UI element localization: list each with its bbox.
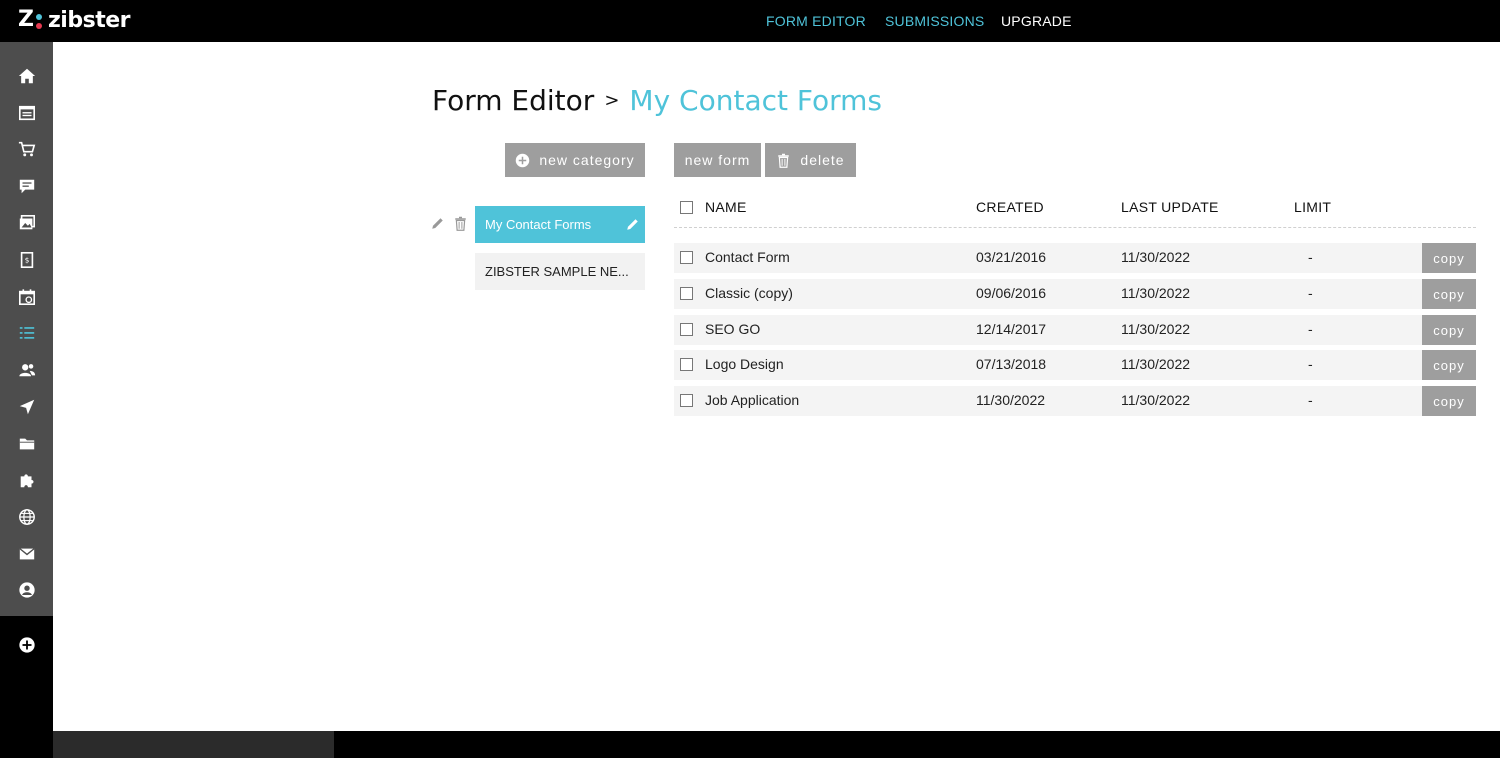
column-header-name[interactable]: NAME [705,199,747,215]
form-name[interactable]: SEO GO [705,321,760,337]
table-row[interactable]: Logo Design 07/13/2018 11/30/2022 - copy [674,350,1476,380]
category-tools [430,216,468,231]
sidebar-menu: $ [0,42,53,616]
logo-mark-icon: Z [18,7,44,32]
form-last-update: 11/30/2022 [1121,321,1191,337]
invoice-icon[interactable]: $ [0,242,53,278]
form-last-update: 11/30/2022 [1121,285,1191,301]
breadcrumb-current: My Contact Forms [629,84,882,117]
forms-list-icon[interactable] [0,315,53,351]
copy-button[interactable]: copy [1422,315,1476,345]
copy-button[interactable]: copy [1422,350,1476,380]
row-checkbox[interactable] [680,394,693,407]
trash-icon [778,153,790,168]
form-name[interactable]: Classic (copy) [705,285,793,301]
send-icon[interactable] [0,389,53,425]
nav-form-editor[interactable]: FORM EDITOR [766,13,866,29]
calendar-icon[interactable] [0,279,53,315]
add-icon[interactable] [0,627,53,663]
bottom-strip-panel [53,731,334,758]
logo-dot-blue [36,14,42,20]
table-row[interactable]: Contact Form 03/21/2016 11/30/2022 - cop… [674,243,1476,273]
nav-submissions[interactable]: SUBMISSIONS [885,13,984,29]
plus-circle-icon [516,153,530,167]
form-created: 07/13/2018 [976,356,1047,372]
table-row[interactable]: Classic (copy) 09/06/2016 11/30/2022 - c… [674,279,1476,309]
form-name[interactable]: Contact Form [705,249,790,265]
svg-text:$: $ [24,256,29,265]
row-checkbox[interactable] [680,358,693,371]
gallery-icon[interactable] [0,205,53,241]
column-header-limit[interactable]: LIMIT [1294,199,1331,215]
form-last-update: 11/30/2022 [1121,356,1191,372]
form-name[interactable]: Job Application [705,392,799,408]
home-icon[interactable] [0,58,53,94]
table-header: NAME CREATED LAST UPDATE LIMIT [674,190,1476,228]
new-form-label: new form [684,152,751,168]
globe-icon[interactable] [0,499,53,535]
form-limit: - [1308,285,1313,301]
form-limit: - [1308,321,1313,337]
table-row[interactable]: SEO GO 12/14/2017 11/30/2022 - copy [674,315,1476,345]
delete-button[interactable]: delete [765,143,856,177]
pencil-icon[interactable] [430,216,445,231]
form-last-update: 11/30/2022 [1121,249,1191,265]
breadcrumb-root[interactable]: Form Editor [432,84,594,117]
form-created: 09/06/2016 [976,285,1047,301]
logo-text: zibster [48,8,130,33]
user-icon[interactable] [0,572,53,608]
shopping-cart-icon[interactable] [0,131,53,167]
row-checkbox[interactable] [680,251,693,264]
form-name[interactable]: Logo Design [705,356,784,372]
logo-dot-red [36,23,42,29]
select-all-checkbox[interactable] [680,201,693,214]
form-created: 12/14/2017 [976,321,1047,337]
nav-upgrade[interactable]: UPGRADE [1001,13,1072,29]
top-bar: Z zibster FORM EDITOR SUBMISSIONS UPGRAD… [0,0,1500,42]
breadcrumb: Form Editor > My Contact Forms [432,84,882,117]
row-checkbox[interactable] [680,287,693,300]
form-last-update: 11/30/2022 [1121,392,1191,408]
contacts-icon[interactable] [0,352,53,388]
category-label: My Contact Forms [485,217,592,232]
trash-icon[interactable] [453,216,468,231]
new-category-button[interactable]: new category [505,143,645,177]
breadcrumb-separator: > [604,90,620,111]
puzzle-icon[interactable] [0,462,53,498]
column-header-last-update[interactable]: LAST UPDATE [1121,199,1219,215]
pencil-icon[interactable] [625,217,640,232]
column-header-created[interactable]: CREATED [976,199,1044,215]
chat-icon[interactable] [0,168,53,204]
copy-button[interactable]: copy [1422,279,1476,309]
category-item-zibster-sample[interactable]: ZIBSTER SAMPLE NE... [475,253,645,290]
category-item-my-contact-forms[interactable]: My Contact Forms [475,206,645,243]
bottom-strip [53,731,1500,758]
new-category-label: new category [539,152,635,168]
row-checkbox[interactable] [680,323,693,336]
form-limit: - [1308,392,1313,408]
new-form-button[interactable]: new form [674,143,761,177]
form-limit: - [1308,356,1313,372]
copy-button[interactable]: copy [1422,243,1476,273]
form-created: 11/30/2022 [976,392,1046,408]
logo-mark-letter: Z [18,7,34,32]
website-icon[interactable] [0,95,53,131]
form-limit: - [1308,249,1313,265]
form-created: 03/21/2016 [976,249,1047,265]
delete-label: delete [800,152,845,168]
table-row[interactable]: Job Application 11/30/2022 11/30/2022 - … [674,386,1476,416]
sidebar: $ [0,42,53,758]
zibster-logo[interactable]: Z zibster [18,8,130,34]
folder-icon[interactable] [0,426,53,462]
copy-button[interactable]: copy [1422,386,1476,416]
mail-icon[interactable] [0,536,53,572]
category-label: ZIBSTER SAMPLE NE... [485,264,629,279]
